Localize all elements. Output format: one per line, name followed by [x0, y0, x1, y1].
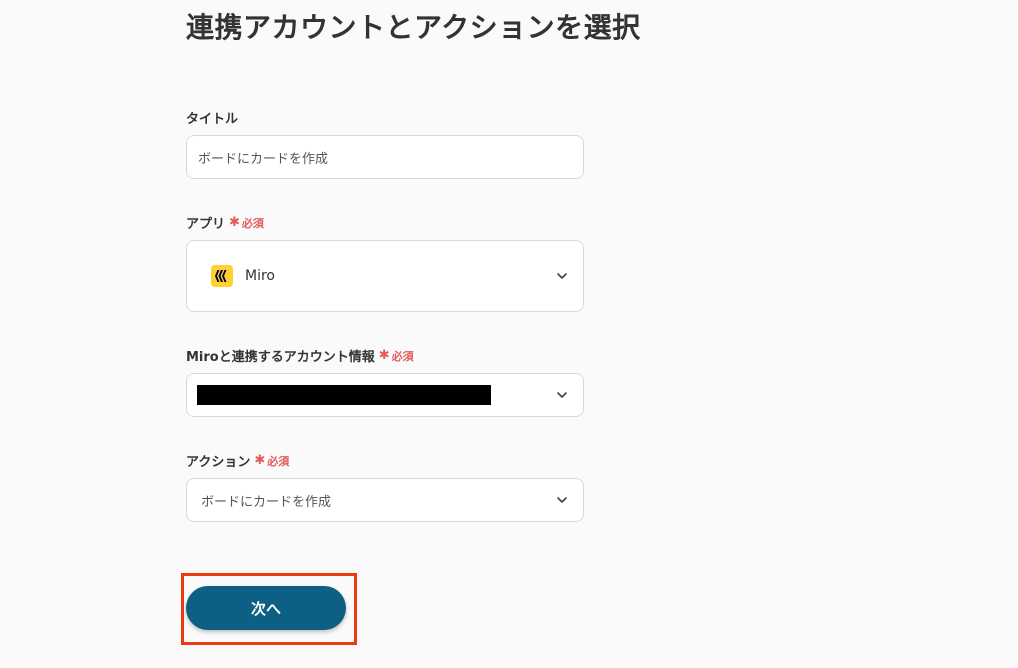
chevron-down-icon	[557, 392, 567, 398]
title-field-label: タイトル	[186, 108, 238, 127]
next-button[interactable]: 次へ	[186, 586, 346, 630]
required-badge: ✱ 必須	[254, 453, 290, 468]
miro-logo-icon	[211, 265, 233, 287]
required-badge: ✱ 必須	[378, 348, 414, 363]
app-field-label: アプリ ✱ 必須	[186, 213, 264, 232]
redacted-account-value	[197, 385, 491, 405]
action-select-value: ボードにカードを作成	[201, 494, 332, 510]
chevron-down-icon	[557, 273, 567, 279]
required-badge: ✱ 必須	[229, 215, 264, 230]
chevron-down-icon	[557, 497, 567, 503]
title-input[interactable]: ボードにカードを作成	[186, 135, 584, 179]
page-title: 連携アカウントとアクションを選択	[186, 11, 641, 44]
app-select[interactable]: Miro	[186, 240, 584, 312]
action-label-text: アクション	[186, 455, 251, 470]
account-select[interactable]	[186, 373, 584, 417]
title-input-value: ボードにカードを作成	[198, 151, 329, 167]
app-select-value: Miro	[245, 268, 275, 284]
account-field-label: Miroと連携するアカウント情報 ✱ 必須	[186, 346, 414, 365]
app-label-text: アプリ	[186, 217, 226, 232]
action-select[interactable]: ボードにカードを作成	[186, 478, 584, 522]
action-field-label: アクション ✱ 必須	[186, 451, 289, 470]
title-label-text: タイトル	[186, 112, 239, 127]
account-label-text: Miroと連携するアカウント情報	[186, 350, 375, 365]
